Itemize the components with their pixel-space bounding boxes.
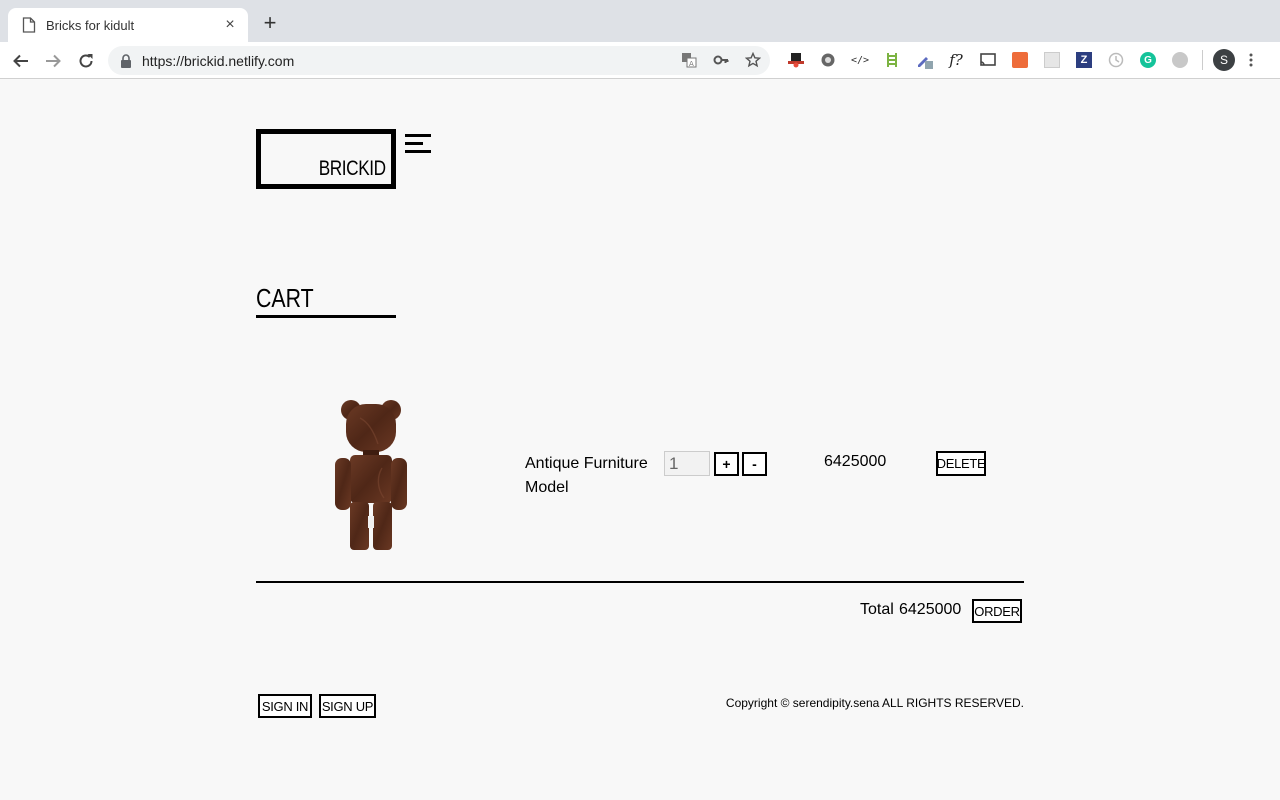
forward-arrow-icon[interactable]	[42, 50, 64, 72]
decrease-quantity-button[interactable]: -	[742, 452, 767, 476]
address-bar[interactable]: https://brickid.netlify.com A	[108, 46, 770, 75]
zotero-extension-icon[interactable]: Z	[1072, 49, 1096, 71]
back-arrow-icon[interactable]	[10, 50, 32, 72]
key-icon[interactable]	[712, 51, 730, 69]
new-tab-button[interactable]: +	[260, 12, 280, 34]
increase-quantity-button[interactable]: +	[714, 452, 739, 476]
sign-in-button[interactable]: SIGN IN	[258, 694, 312, 718]
code-extension-icon[interactable]: </>	[848, 49, 872, 71]
page-icon	[22, 17, 36, 33]
copyright-text: Copyright © serendipity.sena ALL RIGHTS …	[725, 696, 1024, 710]
url-text: https://brickid.netlify.com	[142, 52, 295, 69]
profile-avatar[interactable]: S	[1213, 49, 1235, 71]
chat-extension-icon[interactable]	[1168, 49, 1192, 71]
browser-tab[interactable]: Bricks for kidult ×	[8, 8, 248, 42]
title-underline	[256, 315, 396, 318]
svg-text:A: A	[689, 60, 694, 68]
delete-button[interactable]: DELETE	[936, 451, 986, 476]
tab-title: Bricks for kidult	[46, 17, 135, 33]
eyedropper-extension-icon[interactable]	[912, 49, 936, 71]
product-name[interactable]: Antique Furniture Model	[525, 452, 675, 500]
product-image[interactable]	[330, 398, 412, 552]
lock-icon	[121, 53, 131, 68]
browser-tabstrip: Bricks for kidult × +	[0, 0, 1280, 42]
gear-extension-icon[interactable]	[816, 49, 840, 71]
logo-text: BRICKID	[319, 157, 386, 180]
order-button[interactable]: ORDER	[972, 599, 1022, 623]
grammarly-extension-icon[interactable]: G	[1136, 49, 1160, 71]
total-value: 6425000	[899, 601, 962, 618]
timer-extension-icon[interactable]	[1104, 49, 1128, 71]
hamburger-menu-icon[interactable]	[405, 134, 431, 156]
extensions-bar: </> f? Z G S	[784, 49, 1259, 71]
grid-extension-icon[interactable]	[1040, 49, 1064, 71]
tab-close-icon[interactable]: ×	[222, 17, 238, 33]
star-icon[interactable]	[744, 51, 762, 69]
cart-divider	[256, 581, 1024, 583]
ladder-extension-icon[interactable]	[880, 49, 904, 71]
cast-extension-icon[interactable]	[976, 49, 1000, 71]
page-title: CART	[256, 283, 314, 313]
font-extension-icon[interactable]: f?	[944, 49, 968, 71]
item-price: 6425000	[824, 453, 887, 470]
sign-up-button[interactable]: SIGN UP	[319, 694, 376, 718]
hat-extension-icon[interactable]	[784, 49, 808, 71]
total-label: Total	[860, 601, 894, 618]
browser-menu-icon[interactable]	[1243, 49, 1259, 71]
orange-extension-icon[interactable]	[1008, 49, 1032, 71]
reload-icon[interactable]	[75, 50, 97, 72]
translate-icon[interactable]: A	[680, 51, 698, 69]
extensions-divider	[1202, 50, 1203, 70]
quantity-input[interactable]	[664, 451, 710, 476]
site-logo[interactable]: BRICKID	[256, 129, 396, 189]
